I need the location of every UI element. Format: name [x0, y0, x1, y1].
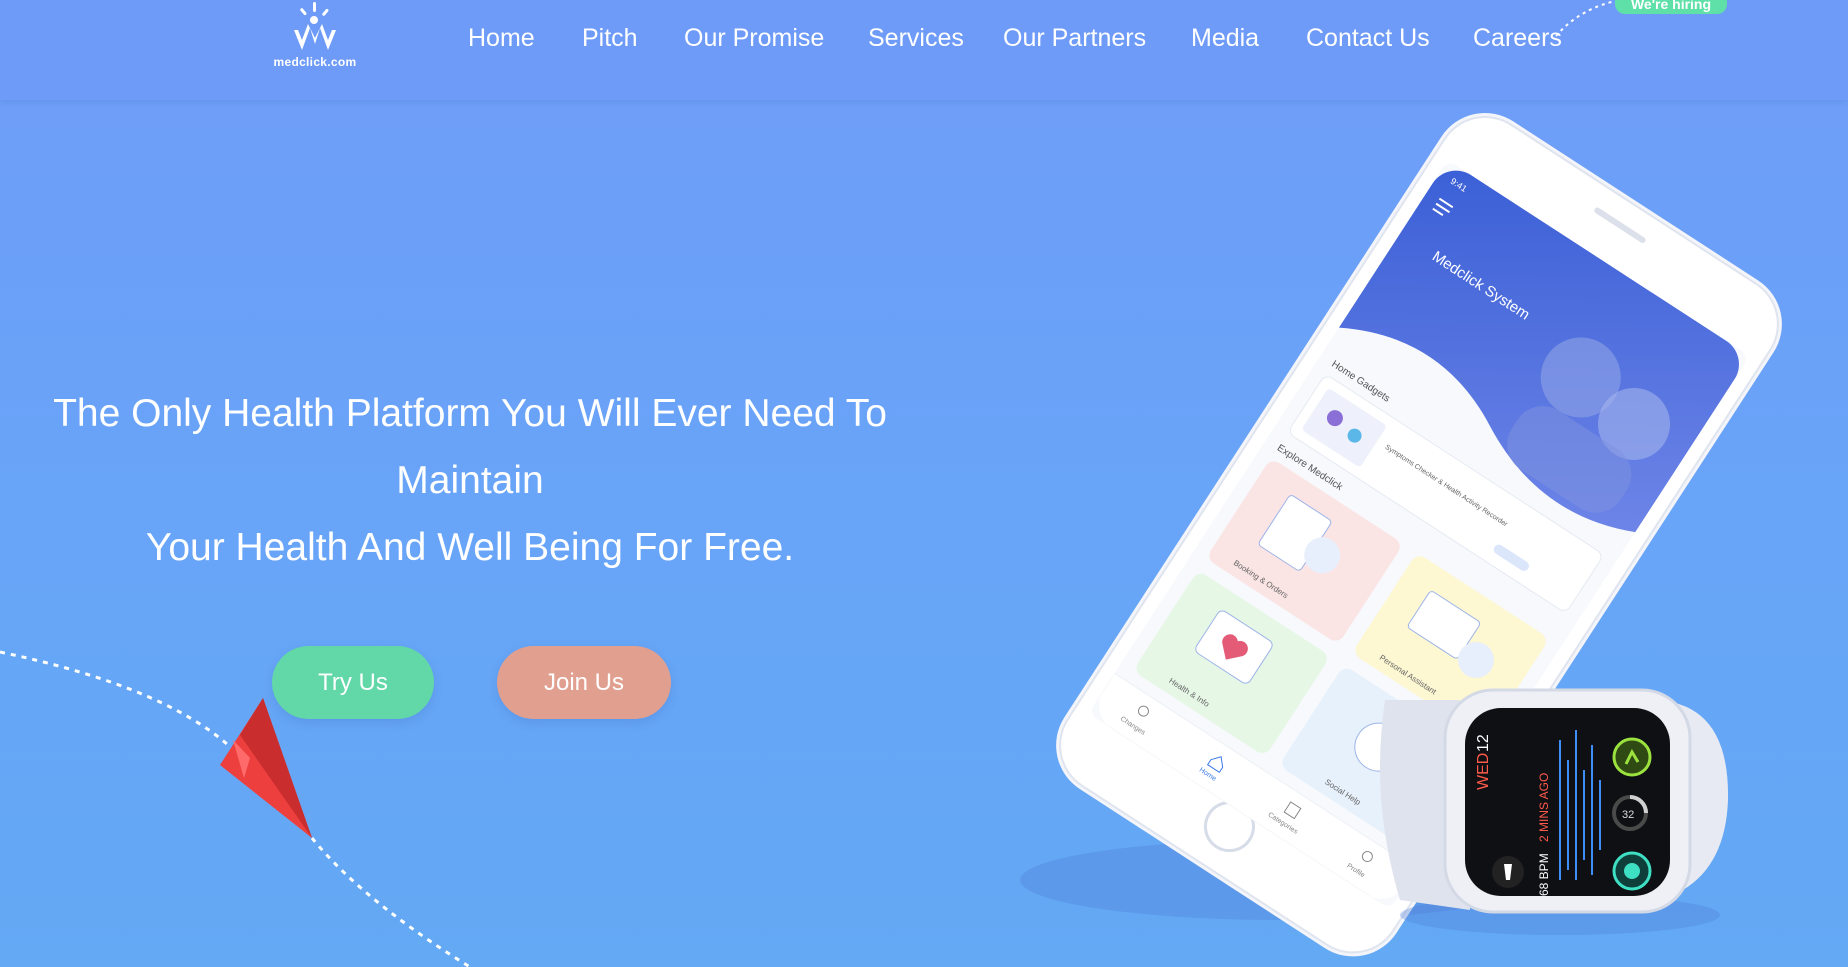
- watch-day: WED: [1475, 753, 1492, 790]
- breathe-icon[interactable]: [1612, 851, 1652, 891]
- flashlight-icon[interactable]: [1492, 856, 1524, 888]
- watch-date: 12: [1475, 734, 1492, 752]
- activity-icon[interactable]: [1612, 737, 1652, 777]
- watch-time-ago: 2 MINS AGO: [1537, 773, 1551, 842]
- watch-bpm: 68 BPM: [1537, 853, 1551, 896]
- smartwatch-mockup: WED 12 2 MINS AGO 68 BPM 32: [1380, 688, 1729, 935]
- ring-value: 32: [1622, 809, 1634, 821]
